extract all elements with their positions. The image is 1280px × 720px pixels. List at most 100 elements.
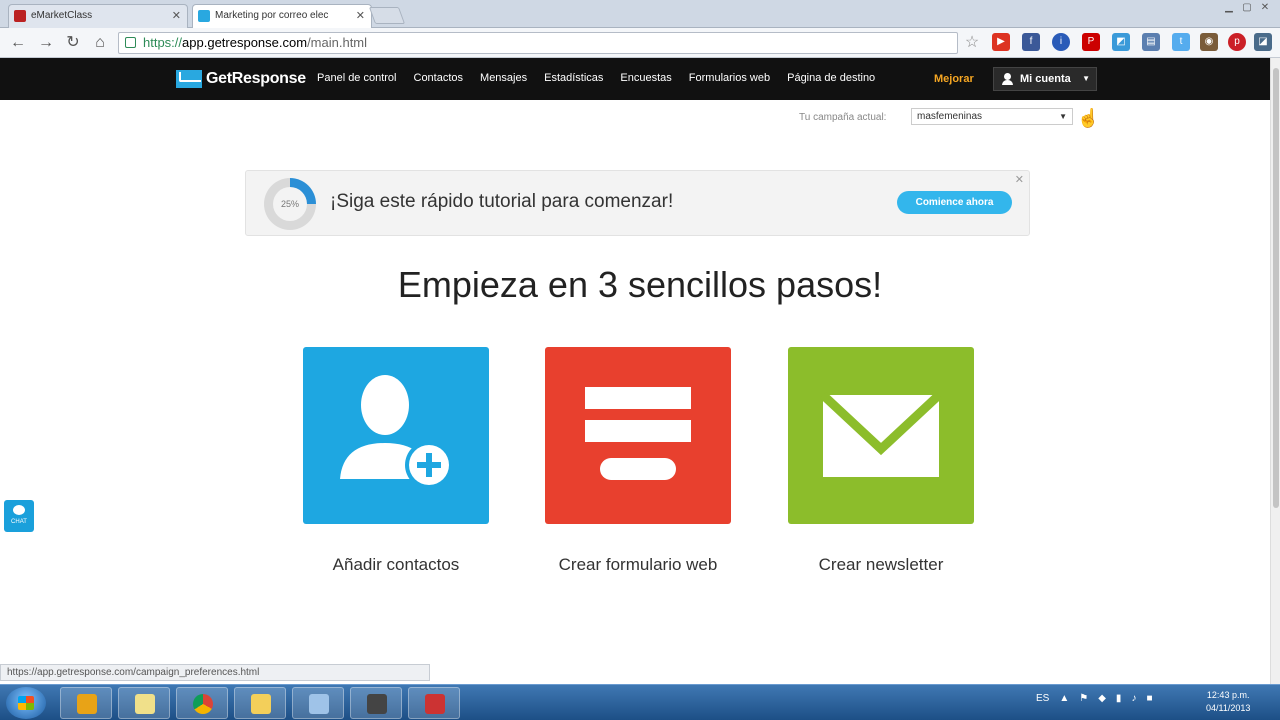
folder-icon	[251, 694, 271, 714]
account-menu-button[interactable]: Mi cuenta ▼	[993, 67, 1097, 91]
reload-icon[interactable]: ↻	[63, 33, 83, 53]
chevron-down-icon: ▼	[1082, 74, 1090, 83]
step-label: Crear newsletter	[818, 555, 944, 574]
add-contact-icon	[340, 375, 453, 489]
tab-title: eMarketClass	[31, 10, 93, 21]
getresponse-favicon-icon	[198, 10, 210, 22]
chat-button[interactable]: CHAT	[4, 500, 34, 532]
language-indicator[interactable]: ES	[1036, 693, 1049, 704]
nav-item-panel-de-control[interactable]: Panel de control	[317, 72, 397, 84]
flag-icon[interactable]: ⚑	[1079, 693, 1088, 704]
web-form-icon	[585, 387, 691, 480]
outlook-icon	[77, 694, 97, 714]
twitter-extension-icon[interactable]: t	[1172, 33, 1190, 51]
forward-arrow-icon[interactable]: →	[36, 33, 56, 53]
dropdown-arrow-icon: ▼	[1059, 112, 1067, 121]
facebook-extension-icon[interactable]: f	[1022, 33, 1040, 51]
system-clock[interactable]: 12:43 p.m. 04/11/2013	[1206, 689, 1250, 715]
status-bar-url: https://app.getresponse.com/campaign_pre…	[0, 664, 430, 681]
taskbar-app-tool[interactable]	[350, 687, 402, 719]
tab-title: Marketing por correo elec	[215, 10, 329, 21]
system-tray: ES ▲ ⚑ ◆ ▮ ♪ ■	[1036, 693, 1152, 704]
bookmark-star-icon[interactable]: ☆	[962, 33, 982, 53]
page-title: Empieza en 3 sencillos pasos!	[397, 264, 883, 305]
hand-cursor-icon: ☝	[1077, 108, 1100, 128]
browser-tabstrip: eMarketClass ✕ Marketing por correo elec…	[0, 0, 1280, 28]
network-icon[interactable]: ▮	[1116, 693, 1122, 704]
close-icon[interactable]: ✕	[172, 9, 181, 22]
windows-logo-icon	[18, 696, 34, 710]
close-icon[interactable]: ✕	[356, 9, 365, 22]
screenshot-extension-icon[interactable]: ◩	[1112, 33, 1130, 51]
campaign-label: Tu campaña actual:	[799, 112, 887, 123]
close-icon[interactable]: ✕	[1015, 173, 1024, 186]
envelope-logo-icon	[176, 70, 202, 88]
tutorial-banner: 25% ¡Siga este rápido tutorial para come…	[245, 170, 1030, 236]
tool-icon	[367, 694, 387, 714]
chat-bubble-icon	[13, 505, 25, 515]
url-path: /main.html	[307, 35, 368, 50]
step-add-contacts[interactable]: Añadir contactos	[303, 347, 489, 577]
add-contacts-tile[interactable]	[303, 347, 489, 524]
security-icon[interactable]: ◆	[1098, 693, 1106, 704]
nav-item-estadisticas[interactable]: Estadísticas	[544, 72, 603, 84]
upgrade-link[interactable]: Mejorar	[934, 73, 974, 85]
youtube-extension-icon[interactable]: ▶	[992, 33, 1010, 51]
instagram-extension-icon[interactable]: ◉	[1200, 33, 1218, 51]
taskbar-app-recorder[interactable]	[408, 687, 460, 719]
pdf-extension-icon[interactable]: P	[1082, 33, 1100, 51]
create-newsletter-tile[interactable]	[788, 347, 974, 524]
nav-item-formularios-web[interactable]: Formularios web	[689, 72, 770, 84]
start-button[interactable]	[6, 687, 46, 719]
step-create-web-form[interactable]: Crear formulario web	[545, 347, 731, 577]
address-bar[interactable]: https://app.getresponse.com/main.html	[118, 32, 958, 54]
profile-extension-icon[interactable]: ◪	[1254, 33, 1272, 51]
close-window-icon[interactable]: ✕	[1256, 0, 1274, 16]
step-label: Crear formulario web	[558, 555, 718, 574]
browser-tab-emarketclass[interactable]: eMarketClass ✕	[8, 4, 188, 28]
recorder-icon	[425, 694, 445, 714]
lock-icon	[125, 37, 136, 48]
create-web-form-tile[interactable]	[545, 347, 731, 524]
taskbar-app-explorer[interactable]	[234, 687, 286, 719]
new-tab-button[interactable]	[368, 7, 406, 24]
volume-icon[interactable]: ♪	[1131, 693, 1136, 704]
page-extension-icon[interactable]: ▤	[1142, 33, 1160, 51]
info-extension-icon[interactable]: i	[1052, 33, 1070, 51]
taskbar-app-outlook[interactable]	[60, 687, 112, 719]
app-tray-icon[interactable]: ■	[1146, 693, 1152, 704]
campaign-select[interactable]: masfemeninas ▼	[911, 108, 1073, 125]
step-create-newsletter[interactable]: Crear newsletter	[788, 347, 974, 577]
page-scrollbar[interactable]	[1270, 58, 1280, 684]
main-nav: Panel de control Contactos Mensajes Esta…	[317, 72, 875, 84]
clock-date: 04/11/2013	[1206, 703, 1251, 713]
scrollbar-thumb[interactable]	[1273, 68, 1279, 508]
browser-tab-marketing[interactable]: Marketing por correo elec ✕	[192, 4, 372, 28]
home-icon[interactable]: ⌂	[90, 33, 110, 53]
emarketclass-favicon-icon	[14, 10, 26, 22]
nav-item-encuestas[interactable]: Encuestas	[620, 72, 671, 84]
taskbar-app-window[interactable]	[292, 687, 344, 719]
nav-item-mensajes[interactable]: Mensajes	[480, 72, 527, 84]
back-arrow-icon[interactable]: ←	[8, 33, 28, 53]
windows-taskbar: ES ▲ ⚑ ◆ ▮ ♪ ■ 12:43 p.m. 04/11/2013	[0, 684, 1280, 720]
app-header: GetResponse Panel de control Contactos M…	[0, 58, 1280, 100]
taskbar-app-notes[interactable]	[118, 687, 170, 719]
chrome-icon	[193, 694, 213, 714]
progress-value: 25%	[273, 187, 307, 221]
user-icon	[1002, 73, 1013, 85]
getresponse-logo[interactable]: GetResponse	[176, 68, 306, 90]
window-controls: ▁ ▢ ✕	[1220, 0, 1274, 16]
url-host: app.getresponse.com	[182, 35, 308, 50]
tray-arrow-icon[interactable]: ▲	[1059, 693, 1069, 704]
maximize-icon[interactable]: ▢	[1238, 0, 1256, 16]
pinterest-extension-icon[interactable]: p	[1228, 33, 1246, 51]
minimize-icon[interactable]: ▁	[1220, 0, 1238, 16]
nav-item-pagina-de-destino[interactable]: Página de destino	[787, 72, 875, 84]
start-tutorial-button[interactable]: Comience ahora	[897, 191, 1012, 214]
clock-time: 12:43 p.m.	[1206, 690, 1250, 700]
step-label: Añadir contactos	[332, 555, 460, 574]
nav-item-contactos[interactable]: Contactos	[414, 72, 464, 84]
taskbar-app-chrome[interactable]	[176, 687, 228, 719]
notes-icon	[135, 694, 155, 714]
